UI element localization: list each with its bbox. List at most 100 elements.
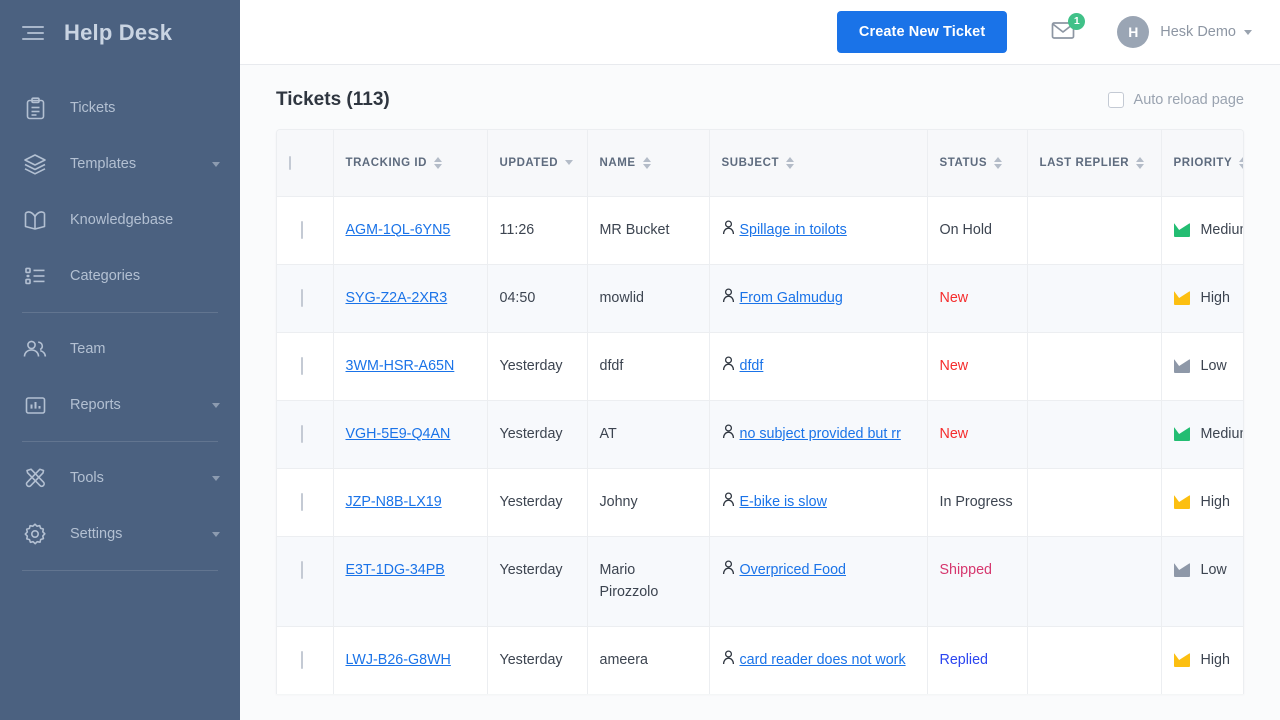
tickets-table: TRACKING ID UPDATED NAME SUBJECT STATUS …: [277, 130, 1243, 694]
cell-last-replier: [1027, 400, 1162, 469]
table-row[interactable]: LWJ-B26-G8WH Yesterday ameera card reader d…: [277, 626, 1243, 694]
ticket-id-link[interactable]: LWJ-B26-G8WH: [346, 652, 451, 668]
th-label: SUBJECT: [721, 156, 780, 169]
name-value: Johny: [599, 494, 638, 511]
sidebar-divider-2: [22, 441, 218, 442]
sort-toggle-icon[interactable]: [1239, 156, 1243, 169]
cell-subject: From Galmudug: [709, 264, 928, 333]
sidebar-item-knowledgebase[interactable]: Knowledgebase: [0, 192, 240, 248]
table-row[interactable]: E3T-1DG-34PB Yesterday Mario Pirozzolo Over…: [277, 536, 1243, 627]
row-checkbox[interactable]: [301, 356, 303, 375]
priority-flag-icon: [1174, 427, 1190, 441]
create-new-ticket-button[interactable]: Create New Ticket: [836, 11, 1008, 53]
sidebar-item-tickets[interactable]: Tickets: [0, 80, 240, 136]
ticket-subject-link[interactable]: From Galmudug: [740, 287, 843, 309]
cell-select[interactable]: [277, 332, 334, 401]
row-checkbox[interactable]: [301, 288, 303, 307]
table-row[interactable]: SYG-Z2A-2XR3 04:50 mowlid From Galmudug New H…: [277, 264, 1243, 333]
th-tracking-id[interactable]: TRACKING ID: [333, 130, 488, 196]
cell-select[interactable]: [277, 264, 334, 333]
top-bar: Create New Ticket 1 H Hesk Demo: [240, 0, 1280, 65]
chevron-down-icon[interactable]: [212, 161, 220, 167]
sidebar-item-label: Categories: [70, 268, 141, 284]
sidebar-item-settings[interactable]: Settings: [0, 506, 240, 562]
person-icon: [722, 560, 735, 582]
ticket-id-link[interactable]: E3T-1DG-34PB: [346, 562, 445, 578]
ticket-subject-link[interactable]: Spillage in toilots: [740, 219, 847, 241]
cell-tracking-id: SYG-Z2A-2XR3: [333, 264, 488, 333]
mail-notifications-button[interactable]: 1: [1049, 13, 1086, 47]
select-all-checkbox[interactable]: [289, 155, 291, 170]
th-updated[interactable]: UPDATED: [487, 130, 588, 196]
sort-desc-icon[interactable]: [565, 160, 574, 166]
user-menu[interactable]: H Hesk Demo: [1117, 16, 1252, 48]
sidebar-group-2: Team Reports: [0, 321, 240, 433]
ticket-id-link[interactable]: VGH-5E9-Q4AN: [346, 426, 451, 442]
cell-select[interactable]: [277, 400, 334, 469]
sort-toggle-icon[interactable]: [433, 156, 442, 169]
status-badge: Replied: [939, 651, 988, 668]
auto-reload-checkbox[interactable]: [1107, 92, 1124, 108]
auto-reload-toggle[interactable]: Auto reload page: [1107, 92, 1244, 108]
page-title: Tickets (113): [276, 89, 390, 110]
person-icon: [722, 424, 735, 446]
row-checkbox[interactable]: [301, 220, 303, 239]
sidebar-item-tools[interactable]: Tools: [0, 450, 240, 506]
row-checkbox[interactable]: [301, 561, 303, 580]
table-row[interactable]: VGH-5E9-Q4AN Yesterday AT no subject provid…: [277, 400, 1243, 469]
sort-toggle-icon[interactable]: [1136, 156, 1145, 169]
sidebar-item-categories[interactable]: Categories: [0, 248, 240, 304]
cell-priority: High: [1161, 264, 1243, 332]
cell-select[interactable]: [277, 468, 334, 537]
table-head: TRACKING ID UPDATED NAME SUBJECT STATUS …: [277, 130, 1243, 196]
chevron-down-icon[interactable]: [212, 402, 220, 408]
sort-toggle-icon[interactable]: [786, 156, 795, 169]
table-row[interactable]: 3WM-HSR-A65N Yesterday dfdf dfdf New Low: [277, 332, 1243, 401]
status-badge: New: [939, 425, 969, 442]
sidebar-item-reports[interactable]: Reports: [0, 377, 240, 433]
app-root: Help Desk Tickets Templates Knowledgebas…: [0, 0, 1280, 720]
row-checkbox[interactable]: [301, 493, 303, 512]
updated-value: Yesterday: [499, 494, 563, 511]
cell-select[interactable]: [277, 626, 334, 694]
th-last-replier[interactable]: LAST REPLIER: [1027, 130, 1162, 196]
sort-toggle-icon[interactable]: [994, 156, 1003, 169]
ticket-subject-link[interactable]: no subject provided but rr: [740, 423, 901, 445]
th-status[interactable]: STATUS: [927, 130, 1028, 196]
cell-name: Mario Pirozzolo: [587, 536, 710, 627]
th-subject[interactable]: SUBJECT: [709, 130, 928, 196]
sidebar-divider-3: [22, 570, 218, 571]
ticket-id-link[interactable]: AGM-1QL-6YN5: [346, 222, 451, 238]
updated-value: 11:26: [499, 221, 535, 238]
ticket-subject-link[interactable]: dfdf: [740, 355, 764, 377]
chevron-down-icon[interactable]: [1244, 29, 1252, 35]
ticket-id-link[interactable]: 3WM-HSR-A65N: [346, 358, 455, 374]
user-name-label: Hesk Demo: [1160, 24, 1236, 40]
ticket-subject-link[interactable]: card reader does not work: [740, 649, 906, 671]
sidebar-item-templates[interactable]: Templates: [0, 136, 240, 192]
hamburger-collapse-icon[interactable]: [22, 25, 44, 41]
row-checkbox[interactable]: [301, 424, 303, 443]
ticket-id-link[interactable]: JZP-N8B-LX19: [346, 494, 442, 510]
table-row[interactable]: AGM-1QL-6YN5 11:26 MR Bucket Spillage in to…: [277, 196, 1243, 265]
chevron-down-icon[interactable]: [212, 531, 220, 537]
ticket-id-link[interactable]: SYG-Z2A-2XR3: [346, 290, 448, 306]
ticket-subject-link[interactable]: E-bike is slow: [740, 491, 827, 513]
th-name[interactable]: NAME: [587, 130, 710, 196]
cell-name: mowlid: [587, 264, 710, 333]
cell-select[interactable]: [277, 196, 334, 265]
book-icon: [22, 207, 48, 233]
th-label: LAST REPLIER: [1039, 156, 1130, 169]
cell-subject: dfdf: [709, 332, 928, 401]
table-row[interactable]: JZP-N8B-LX19 Yesterday Johny E-bike is slow…: [277, 468, 1243, 537]
th-priority[interactable]: PRIORITY: [1161, 130, 1243, 196]
sort-toggle-icon[interactable]: [642, 156, 651, 169]
sidebar-group-1: Tickets Templates Knowledgebase Categori…: [0, 80, 240, 304]
ticket-subject-link[interactable]: Overpriced Food: [740, 559, 846, 581]
sidebar-item-team[interactable]: Team: [0, 321, 240, 377]
chevron-down-icon[interactable]: [212, 475, 220, 481]
row-checkbox[interactable]: [301, 650, 303, 669]
cell-priority: Medium: [1161, 196, 1243, 264]
th-select-all[interactable]: [277, 130, 334, 196]
cell-select[interactable]: [277, 536, 334, 627]
